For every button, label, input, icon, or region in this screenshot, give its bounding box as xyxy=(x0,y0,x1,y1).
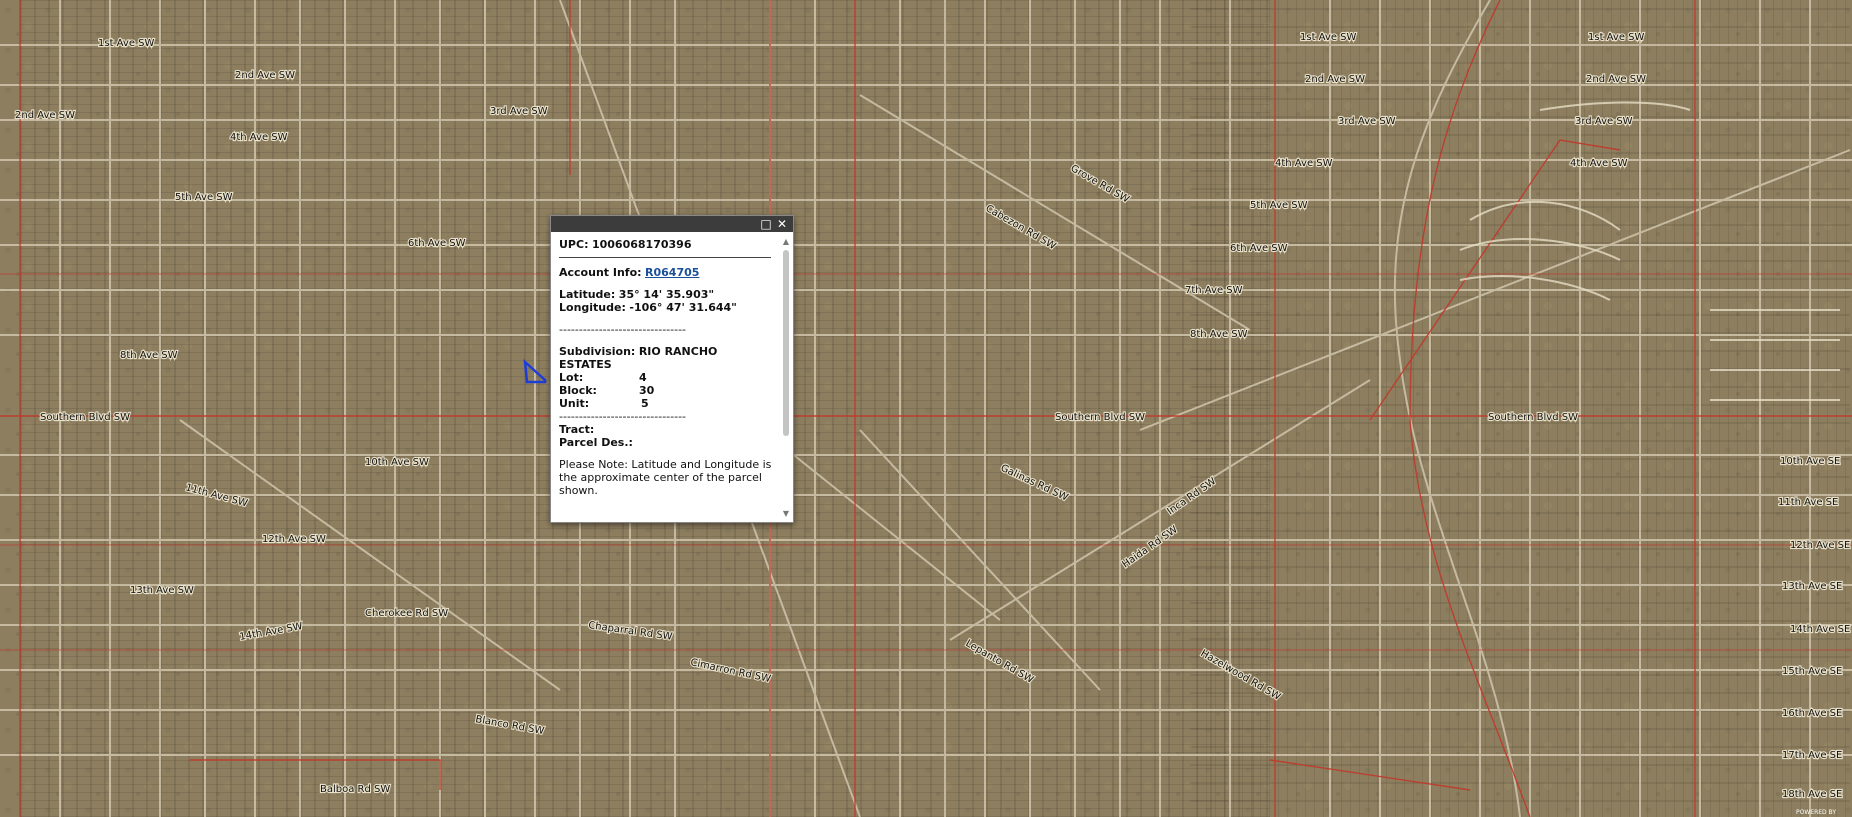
street-label: 2nd Ave SW xyxy=(15,110,75,121)
street-label: 17th Ave SE xyxy=(1782,750,1842,761)
maximize-icon[interactable]: □ xyxy=(759,217,773,231)
street-label: 3rd Ave SW xyxy=(1338,116,1396,127)
popup-content: UPC: 1006068170396 Account Info: R064705… xyxy=(559,238,777,518)
latitude-label: Latitude: xyxy=(559,288,616,301)
parcel-grid-east xyxy=(1190,0,1850,817)
popup-scrollbar[interactable]: ▲ ▼ xyxy=(782,238,790,518)
street-label: 1st Ave SW xyxy=(1588,32,1645,43)
street-label: 16th Ave SE xyxy=(1782,708,1842,719)
street-label: 7th Ave SW xyxy=(1185,285,1243,296)
unit-value: 5 xyxy=(641,397,649,410)
street-label: 3rd Ave SW xyxy=(1575,116,1633,127)
street-label: 10th Ave SE xyxy=(1780,456,1840,467)
street-label: 1st Ave SW xyxy=(98,38,155,49)
street-label: 14th Ave SE xyxy=(1790,624,1850,635)
lot-value: 4 xyxy=(639,371,647,384)
street-label: 15th Ave SE xyxy=(1782,666,1842,677)
street-label: Southern Blvd SW xyxy=(1055,412,1145,423)
street-label: 18th Ave SE xyxy=(1782,789,1842,800)
street-label: Southern Blvd SW xyxy=(40,412,130,423)
street-label: Cherokee Rd SW xyxy=(365,608,448,619)
street-label: 8th Ave SW xyxy=(120,350,178,361)
latitude-value: 35° 14' 35.903" xyxy=(618,288,715,301)
street-label: 3rd Ave SW xyxy=(490,106,548,117)
street-label: 12th Ave SE xyxy=(1790,540,1850,551)
block-value: 30 xyxy=(639,384,655,397)
unit-label: Unit: xyxy=(559,397,590,410)
block-label: Block: xyxy=(559,384,597,397)
dash-separator: -------------------------------- xyxy=(559,410,687,423)
upc-value: 1006068170396 xyxy=(591,238,692,251)
tract-label: Tract: xyxy=(559,423,595,436)
longitude-value: -106° 47' 31.644" xyxy=(629,301,737,314)
close-icon[interactable]: ✕ xyxy=(775,217,789,231)
street-label: 4th Ave SW xyxy=(1275,158,1333,169)
account-label: Account Info: xyxy=(559,266,642,279)
street-label: 1st Ave SW xyxy=(1300,32,1357,43)
street-label: 4th Ave SW xyxy=(1570,158,1628,169)
parcel-info-popup[interactable]: □ ✕ UPC: 1006068170396 Account Info: R06… xyxy=(550,215,794,523)
divider xyxy=(559,257,771,258)
parcel-des-label: Parcel Des.: xyxy=(559,436,633,449)
subdivision-value-cont: ESTATES xyxy=(559,358,612,371)
street-label: 8th Ave SW xyxy=(1190,329,1248,340)
street-label: 11th Ave SE xyxy=(1778,497,1838,508)
subdivision-value: RIO RANCHO xyxy=(638,345,718,358)
street-label: 6th Ave SW xyxy=(1230,243,1288,254)
street-label: 13th Ave SW xyxy=(130,585,194,596)
street-label: 2nd Ave SW xyxy=(1586,74,1646,85)
popup-titlebar[interactable]: □ ✕ xyxy=(551,216,793,232)
street-label: 10th Ave SW xyxy=(365,457,429,468)
longitude-label: Longitude: xyxy=(559,301,626,314)
street-label: 5th Ave SW xyxy=(1250,200,1308,211)
scroll-down-icon[interactable]: ▼ xyxy=(782,510,790,518)
subdivision-label: Subdivision: xyxy=(559,345,636,358)
account-link[interactable]: R064705 xyxy=(645,266,699,279)
scroll-up-icon[interactable]: ▲ xyxy=(782,238,790,246)
street-label: 2nd Ave SW xyxy=(235,70,295,81)
street-label: 12th Ave SW xyxy=(262,534,326,545)
street-label: Balboa Rd SW xyxy=(320,784,390,795)
lot-label: Lot: xyxy=(559,371,584,384)
street-label: 5th Ave SW xyxy=(175,192,233,203)
location-note: Please Note: Latitude and Longitude is t… xyxy=(559,458,772,497)
street-label: 4th Ave SW xyxy=(230,132,288,143)
dash-separator: -------------------------------- xyxy=(559,323,687,336)
powered-by-label: POWERED BY xyxy=(1796,809,1836,816)
street-label: 6th Ave SW xyxy=(408,238,466,249)
scroll-thumb[interactable] xyxy=(783,250,789,436)
street-label: 2nd Ave SW xyxy=(1305,74,1365,85)
upc-label: UPC: xyxy=(559,238,589,251)
parcel-map[interactable]: 1st Ave SW 2nd Ave SW 2nd Ave SW 3rd Ave… xyxy=(0,0,1852,817)
street-label: 13th Ave SE xyxy=(1782,581,1842,592)
street-label: Southern Blvd SW xyxy=(1488,412,1578,423)
